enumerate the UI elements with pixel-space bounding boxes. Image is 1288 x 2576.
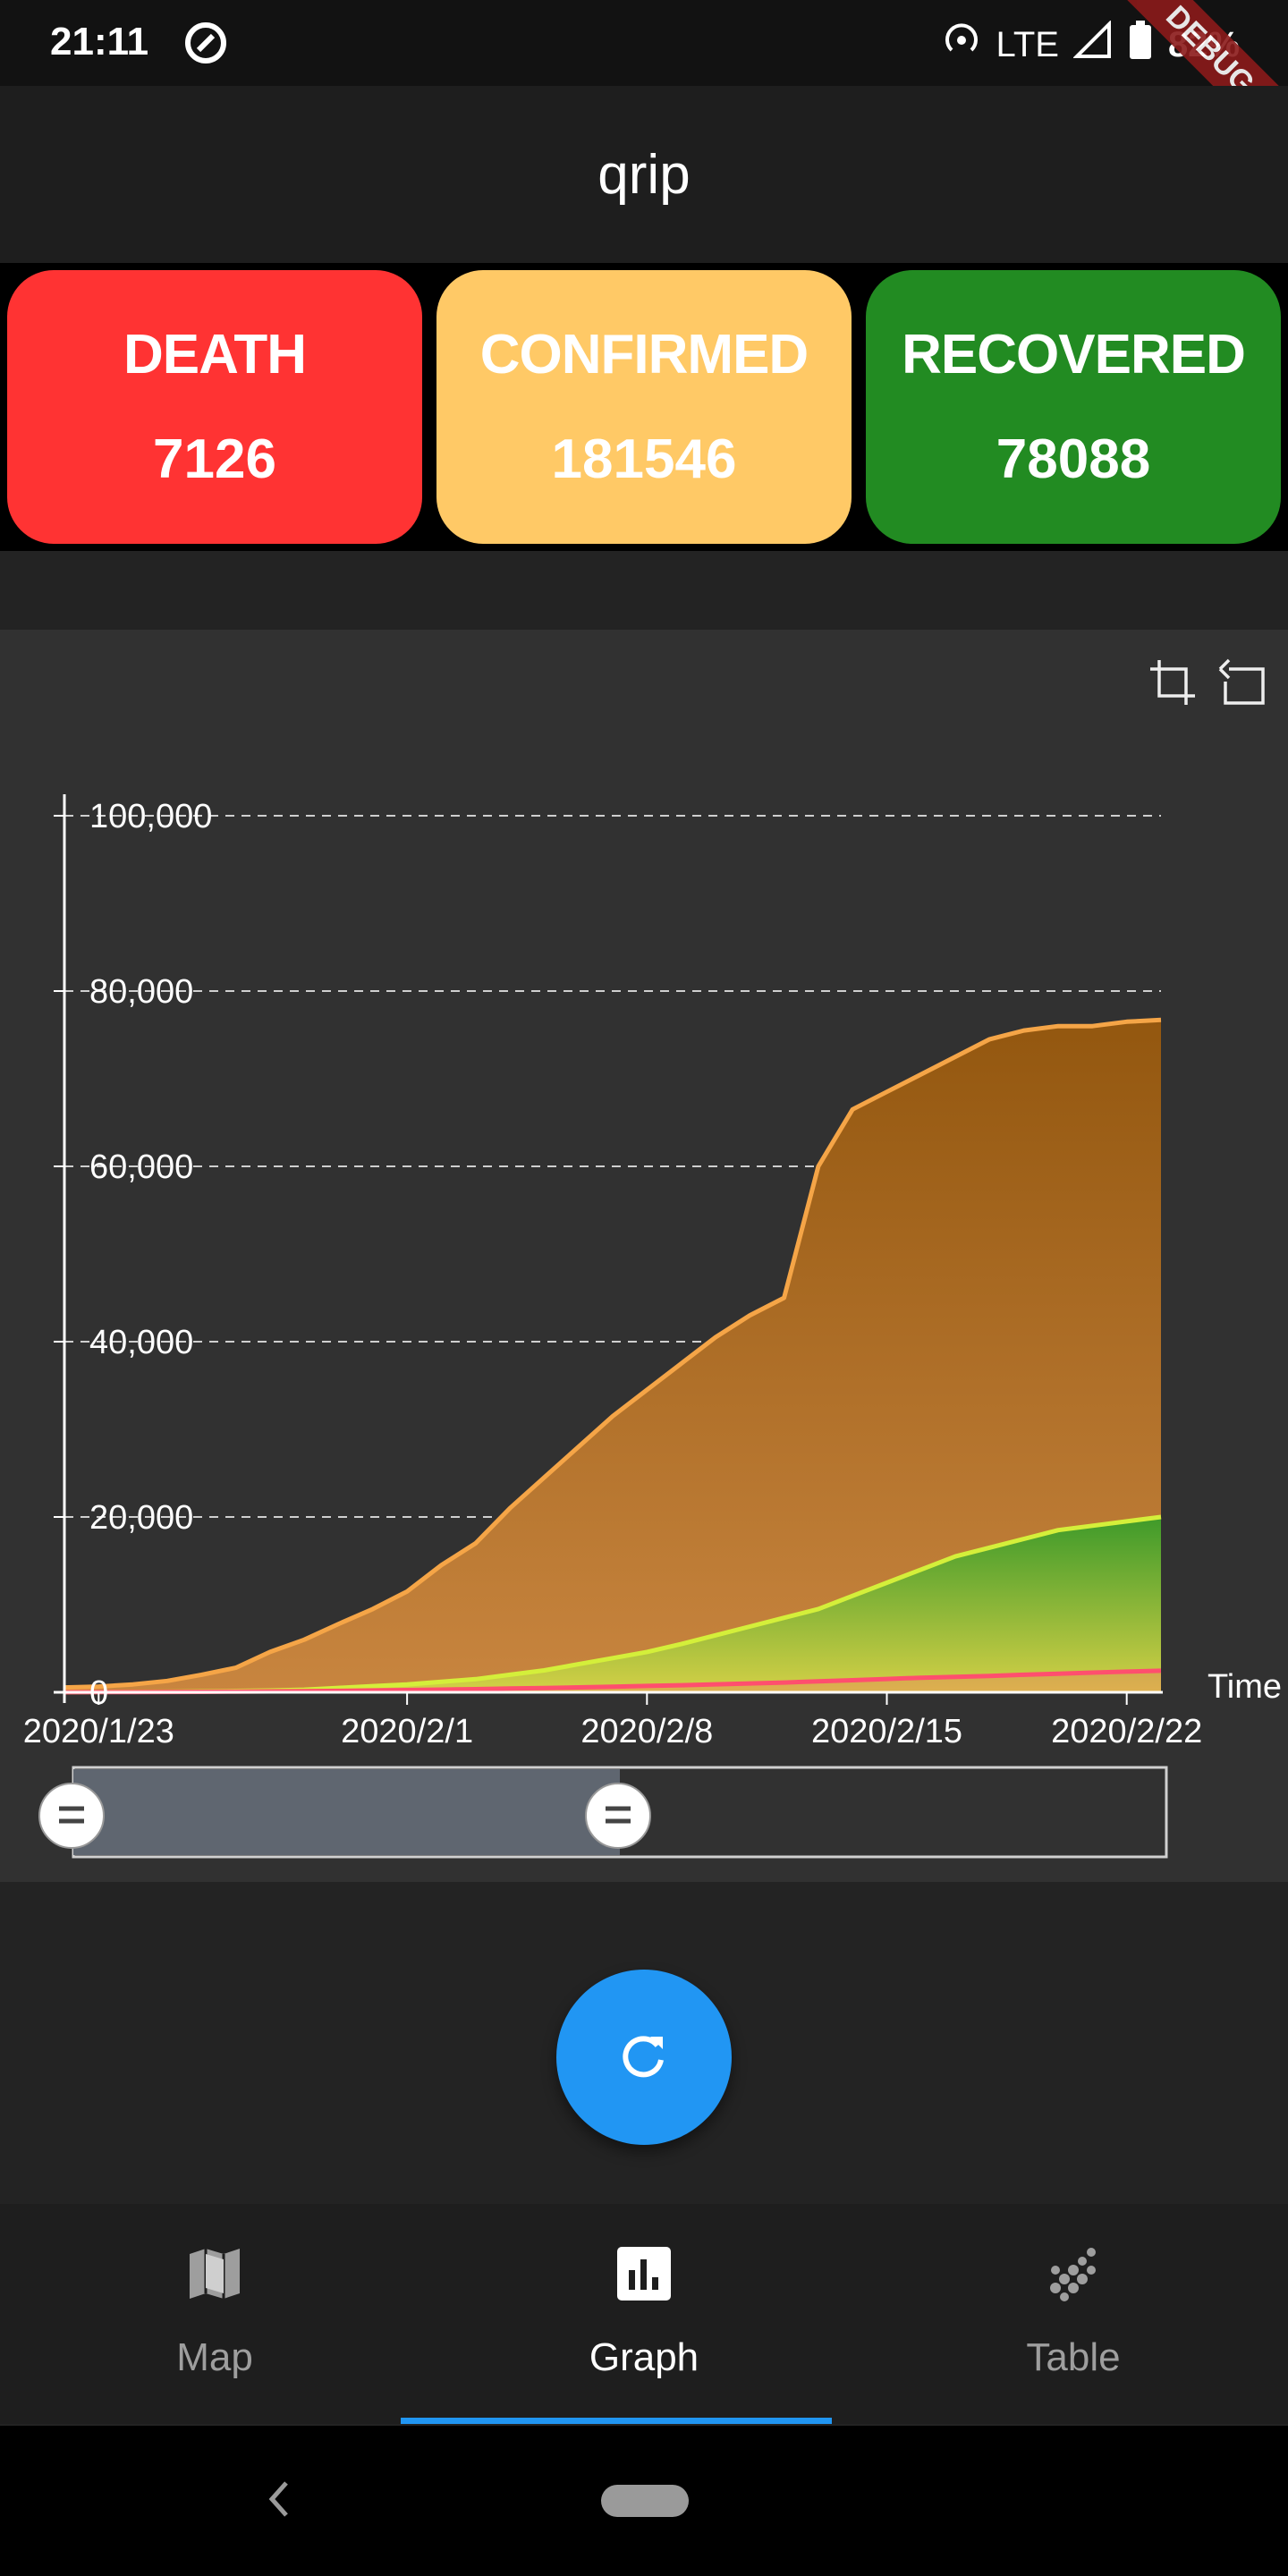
slider-handle-knob [38, 1783, 105, 1849]
death-count: 7126 [153, 428, 276, 490]
bottom-nav: Map Graph Table [0, 2204, 1288, 2424]
home-pill[interactable] [601, 2485, 689, 2517]
x-tick-label: 2020/2/22 [1051, 1713, 1202, 1750]
recovered-label: RECOVERED [902, 324, 1246, 386]
signal-icon [1072, 20, 1113, 69]
app-notification-icon [182, 20, 229, 71]
stats-row: DEATH 7126 CONFIRMED 181546 RECOVERED 78… [0, 263, 1288, 551]
app-bar: qrip [0, 86, 1288, 263]
y-tick-label: 80,000 [89, 973, 193, 1011]
battery-icon [1127, 20, 1154, 70]
confirmed-count: 181546 [551, 428, 737, 490]
status-bar: 21:11 LTE 82% DEBUG [0, 0, 1288, 172]
refresh-icon [616, 2028, 672, 2088]
page-title: qrip [597, 143, 691, 206]
confirmed-card: CONFIRMED 181546 [436, 270, 852, 544]
active-tab-indicator [401, 2418, 832, 2424]
range-slider-end-handle[interactable] [585, 1783, 651, 1849]
nav-label-graph: Graph [589, 2335, 699, 2379]
x-tick-label: 2020/2/1 [341, 1713, 473, 1750]
recovered-count: 78088 [996, 428, 1151, 490]
system-nav-bar [0, 2426, 1288, 2576]
y-tick-label: 20,000 [89, 1499, 193, 1537]
nav-label-map: Map [176, 2335, 253, 2379]
nav-item-graph[interactable]: Graph [429, 2204, 859, 2424]
recovered-card: RECOVERED 78088 [866, 270, 1281, 544]
chart[interactable]: 0 20,000 40,000 60,000 80,000 100,000 2020/1/2… [0, 630, 1288, 1882]
range-slider-selection [73, 1769, 620, 1855]
back-icon[interactable] [265, 2476, 292, 2527]
nav-item-table[interactable]: Table [859, 2204, 1288, 2424]
confirmed-label: CONFIRMED [479, 324, 809, 386]
x-tick-label: 2020/1/23 [23, 1713, 174, 1750]
nav-label-table: Table [1026, 2335, 1121, 2379]
y-tick-label: 100,000 [89, 798, 212, 835]
refresh-button[interactable] [556, 1970, 732, 2145]
map-icon [184, 2243, 245, 2309]
x-axis-label: Time [1208, 1668, 1282, 1706]
y-tick-label: 0 [89, 1674, 108, 1712]
hotspot-icon [941, 20, 982, 70]
x-tick-label: 2020/2/15 [811, 1713, 962, 1750]
status-time: 21:11 [50, 20, 149, 64]
death-label: DEATH [123, 324, 307, 386]
y-tick-label: 60,000 [89, 1148, 193, 1186]
slider-handle-knob [585, 1783, 651, 1849]
grain-icon [1043, 2243, 1104, 2309]
nav-item-map[interactable]: Map [0, 2204, 429, 2424]
death-card: DEATH 7126 [7, 270, 422, 544]
chart-panel: 0 20,000 40,000 60,000 80,000 100,000 2020/1/2… [0, 630, 1288, 1882]
bar-chart-icon [614, 2243, 674, 2309]
y-tick-label: 40,000 [89, 1324, 193, 1361]
network-type: LTE [996, 24, 1059, 64]
x-tick-label: 2020/2/8 [580, 1713, 713, 1750]
range-slider-start-handle[interactable] [38, 1783, 105, 1849]
